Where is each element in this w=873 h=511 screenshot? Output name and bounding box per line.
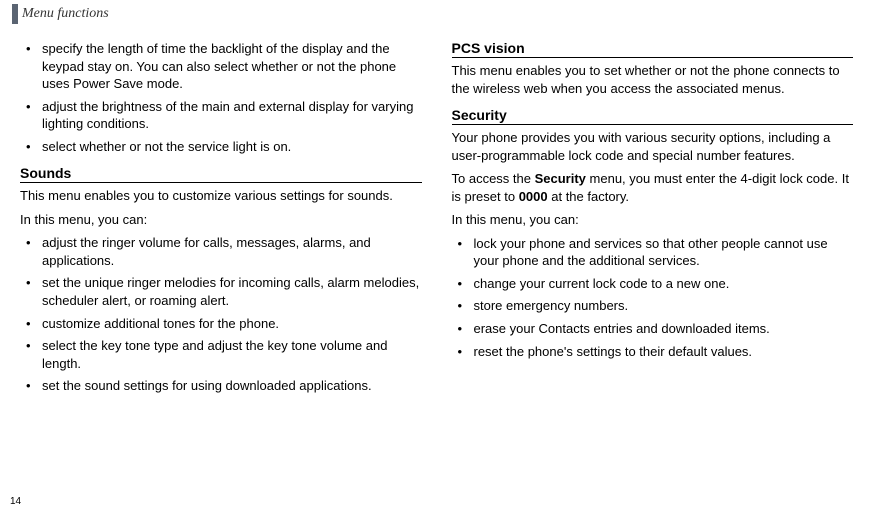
list-item: select the key tone type and adjust the … <box>42 337 422 372</box>
list-item: change your current lock code to a new o… <box>474 275 854 293</box>
header-accent-bar <box>12 4 18 24</box>
text-fragment: To access the <box>452 171 535 186</box>
list-item: adjust the ringer volume for calls, mess… <box>42 234 422 269</box>
intro-bullets: specify the length of time the backlight… <box>20 40 422 155</box>
text-bold: Security <box>535 171 586 186</box>
security-intro: In this menu, you can: <box>452 211 854 229</box>
section-divider <box>20 182 422 183</box>
list-item: select whether or not the service light … <box>42 138 422 156</box>
security-access: To access the Security menu, you must en… <box>452 170 854 205</box>
security-bullets: lock your phone and services so that oth… <box>452 235 854 360</box>
left-column: specify the length of time the backlight… <box>20 40 422 400</box>
header-title: Menu functions <box>22 6 109 22</box>
text-bold: 0000 <box>519 189 548 204</box>
security-desc: Your phone provides you with various sec… <box>452 129 854 164</box>
section-divider <box>452 57 854 58</box>
pcs-desc: This menu enables you to set whether or … <box>452 62 854 97</box>
right-column: PCS vision This menu enables you to set … <box>452 40 854 400</box>
list-item: specify the length of time the backlight… <box>42 40 422 93</box>
security-title: Security <box>452 107 854 123</box>
pcs-title: PCS vision <box>452 40 854 56</box>
section-divider <box>452 124 854 125</box>
page-header: Menu functions <box>0 0 873 24</box>
list-item: customize additional tones for the phone… <box>42 315 422 333</box>
text-fragment: at the factory. <box>548 189 629 204</box>
sounds-title: Sounds <box>20 165 422 181</box>
list-item: set the sound settings for using downloa… <box>42 377 422 395</box>
list-item: erase your Contacts entries and download… <box>474 320 854 338</box>
sounds-desc: This menu enables you to customize vario… <box>20 187 422 205</box>
sounds-intro: In this menu, you can: <box>20 211 422 229</box>
list-item: store emergency numbers. <box>474 297 854 315</box>
list-item: adjust the brightness of the main and ex… <box>42 98 422 133</box>
page-number: 14 <box>10 496 21 507</box>
list-item: lock your phone and services so that oth… <box>474 235 854 270</box>
list-item: reset the phone's settings to their defa… <box>474 343 854 361</box>
list-item: set the unique ringer melodies for incom… <box>42 274 422 309</box>
content-columns: specify the length of time the backlight… <box>0 24 873 400</box>
sounds-bullets: adjust the ringer volume for calls, mess… <box>20 234 422 394</box>
